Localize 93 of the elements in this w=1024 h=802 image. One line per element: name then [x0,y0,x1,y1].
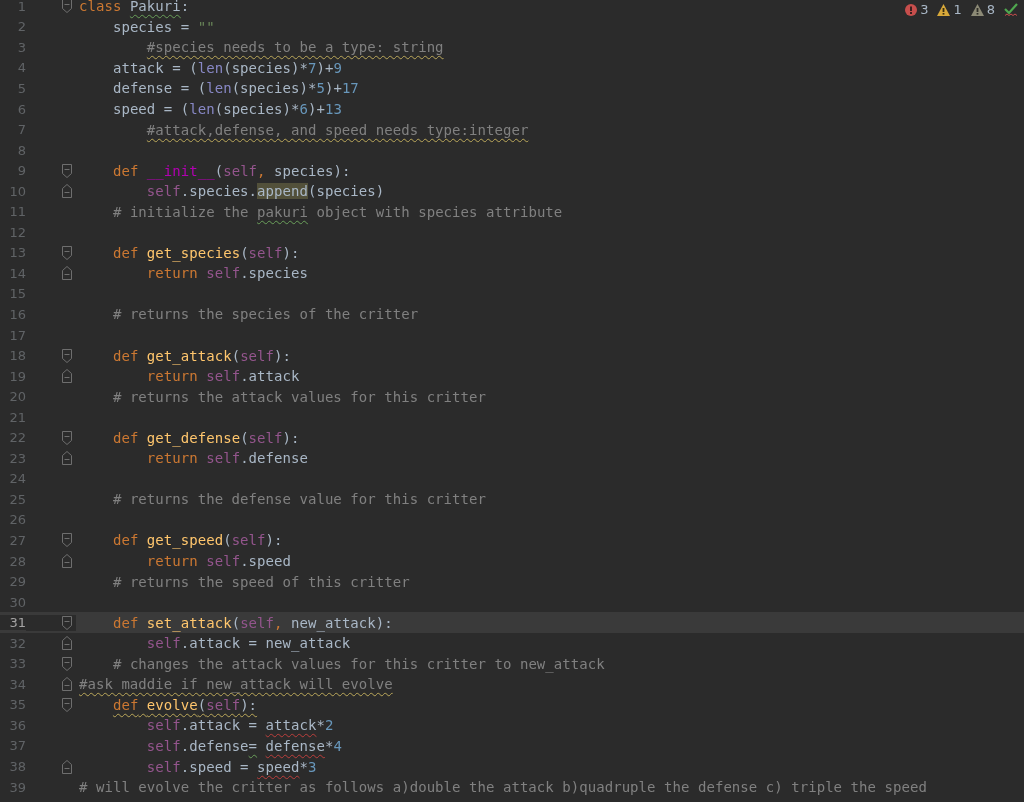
fold-marker-icon[interactable] [61,265,73,282]
code-line: # will evolve the critter as follows a)double the attack b)quadruple the defense c) triple the speed [79,778,927,797]
code-line: # returns the speed of this critter [111,572,410,591]
line-number: 18 [8,348,26,364]
warning-count: 1 [953,2,962,17]
line-number: 27 [8,533,26,548]
line-number: 3 [16,39,26,55]
fold-marker-icon[interactable] [61,635,73,652]
fold-marker-icon[interactable] [61,532,73,549]
code-line: # returns the species of the critter [111,305,419,324]
code-line: def __init__(self, species): [111,161,351,180]
code-line: defense = (len(species)*5)+17 [111,79,359,98]
line-number: 14 [8,265,26,281]
line-number: 31 [0,615,26,631]
fold-marker-icon[interactable] [61,450,73,467]
code-line: def get_species(self): [111,243,300,262]
line-number: 39 [8,779,26,795]
fold-marker-icon[interactable] [61,553,73,570]
line-number: 28 [8,553,26,569]
line-number: 23 [8,450,26,466]
line-number: 17 [8,327,26,343]
line-number: 4 [16,60,26,76]
fold-marker-icon[interactable] [61,429,73,446]
line-number: 35 [8,697,26,713]
code-line: self.attack = new_attack [145,634,351,653]
fold-marker-icon[interactable] [61,676,73,693]
fold-marker-icon[interactable] [61,655,73,672]
line-number: 13 [8,245,26,261]
line-number: 10 [8,183,26,199]
fold-marker-icon[interactable] [61,162,73,179]
code-line: self.speed = speed*3 [145,757,317,776]
code-line: # returns the defense value for this critter [111,490,486,509]
line-number: 21 [8,409,26,425]
code-line: speed = (len(species)*6)+13 [111,100,342,118]
fold-marker-icon[interactable] [61,347,73,364]
code-line: return self.attack [145,367,300,386]
fold-marker-icon[interactable] [61,244,73,261]
line-number: 1 [16,0,26,14]
fold-marker-icon[interactable] [61,368,73,385]
line-number: 24 [8,471,26,487]
check-icon[interactable] [1004,2,1018,17]
code-line: self.species.append(species) [145,182,385,201]
code-line: return self.species [145,264,308,283]
line-number: 38 [8,759,26,774]
code-line: #species needs to be a type: string [145,38,444,57]
line-number: 8 [16,142,26,158]
line-number: 12 [8,224,26,240]
warning-icon [937,3,951,16]
fold-marker-icon[interactable] [61,696,73,713]
line-number: 15 [8,286,26,302]
line-number: 20 [8,389,26,405]
fold-marker-icon[interactable] [61,183,73,200]
line-number: 29 [8,574,26,590]
fold-marker-icon[interactable] [61,0,73,15]
line-number: 30 [8,594,26,610]
line-number: 11 [8,204,26,220]
error-icon [905,3,918,16]
line-number: 26 [8,512,26,528]
code-line: def get_defense(self): [111,428,300,447]
code-line: def get_attack(self): [111,346,291,365]
line-number: 34 [8,676,26,692]
code-line: # initialize the pakuri object with species attribute [111,202,563,221]
code-line: species = "" [111,17,215,36]
line-number: 16 [8,306,26,322]
line-number: 36 [8,717,26,733]
line-number: 2 [16,19,26,35]
line-number: 7 [16,122,26,138]
code-line: class Pakuri: [79,0,190,16]
line-number: 6 [16,101,26,117]
line-number: 37 [8,738,26,754]
fold-marker-icon[interactable] [61,614,73,631]
line-number: 22 [8,430,26,446]
line-number: 5 [16,80,26,96]
code-line: self.attack = attack*2 [145,716,334,735]
error-count: 3 [920,2,929,17]
code-line: # returns the attack values for this critter [111,387,486,406]
code-line: attack = (len(species)*7)+9 [111,58,342,77]
weak-warning-count: 8 [986,2,995,17]
code-line: #attack,defense, and speed needs type:integer [145,120,529,139]
code-line: #ask maddie if new_attack will evolve [79,675,393,694]
line-number: 33 [8,656,26,672]
fold-marker-icon[interactable] [61,758,73,775]
code-line: return self.defense [145,449,308,468]
code-line: self.defense= defense*4 [145,736,342,755]
code-line: def get_speed(self): [111,531,283,550]
code-line: def set_attack(self, new_attack): [111,613,393,632]
line-number: 32 [8,635,26,651]
code-line: def evolve(self): [111,695,258,714]
line-number: 9 [16,163,26,179]
code-line: # changes the attack values for this critter to new_attack [111,654,605,673]
line-number: 25 [8,491,26,507]
code-line: return self.speed [145,552,291,571]
line-number: 19 [8,368,26,384]
